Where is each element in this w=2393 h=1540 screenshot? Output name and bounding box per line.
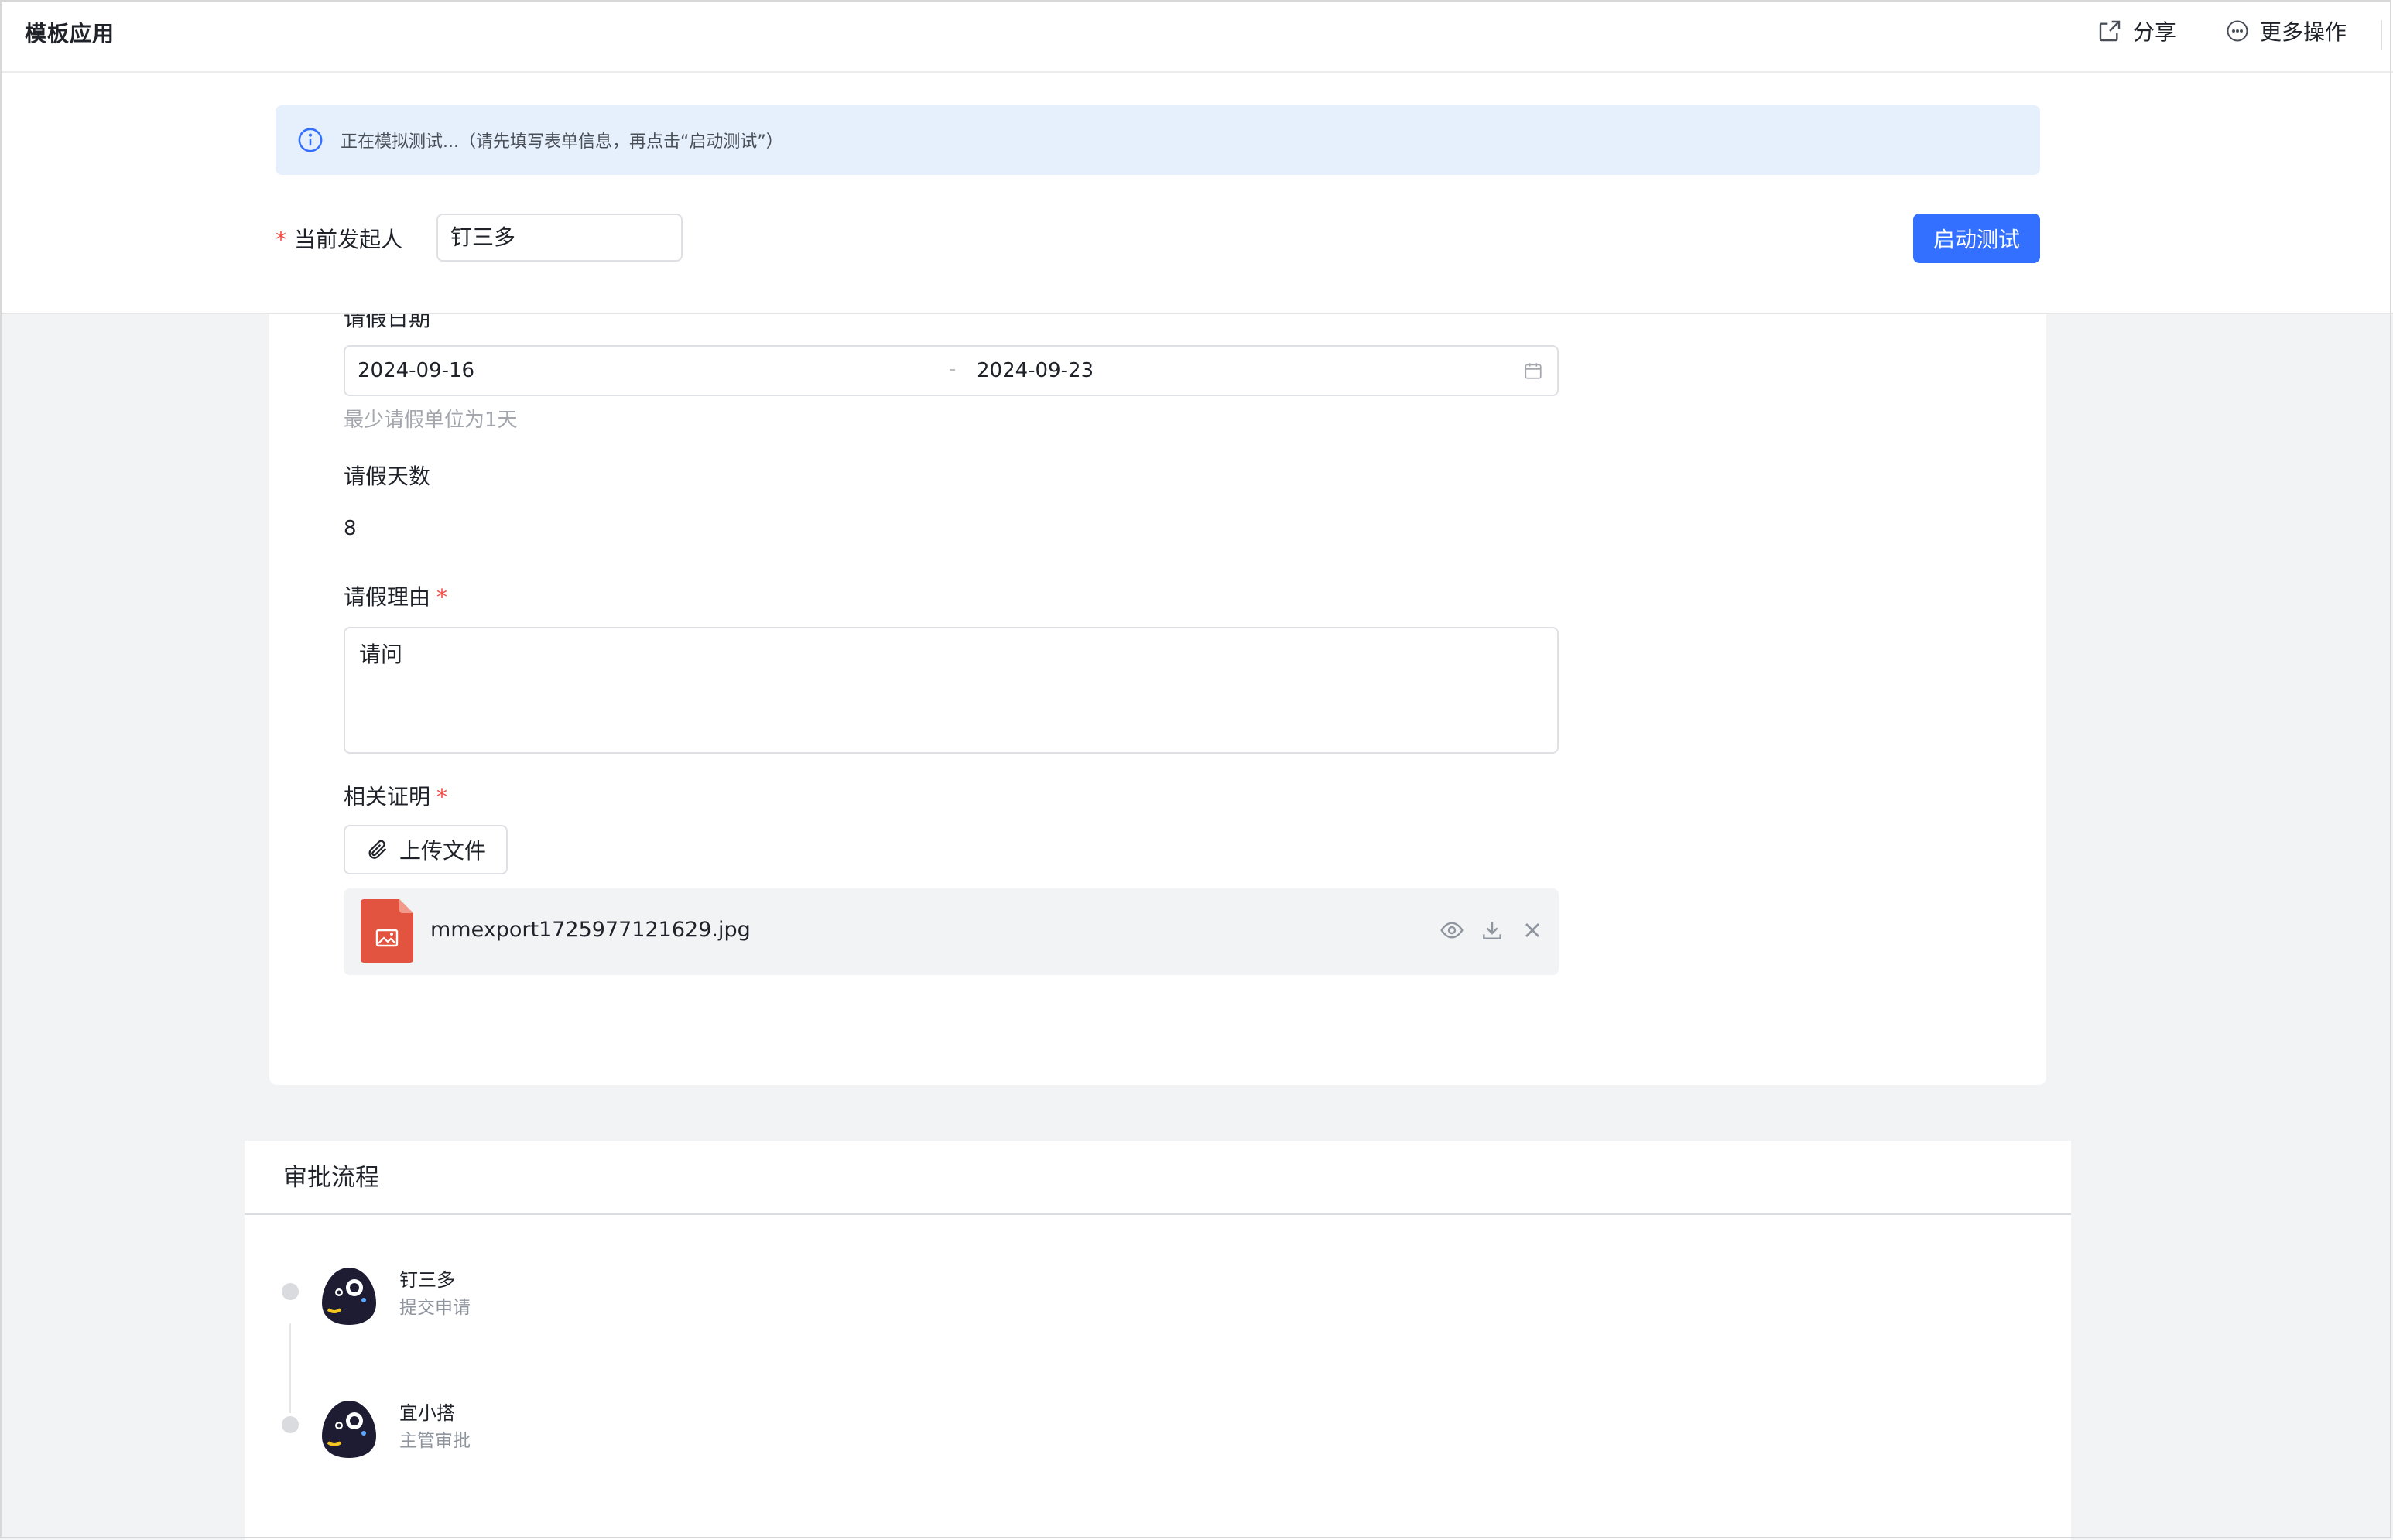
more-dots-icon: [2227, 20, 2248, 42]
initiator-label: * 当前发起人: [276, 227, 403, 252]
approver-name: 宜小搭: [399, 1402, 455, 1424]
uploaded-file-item: mmexport1725977121629.jpg: [344, 888, 1559, 975]
upload-file-button[interactable]: 上传文件: [344, 825, 508, 874]
date-separator: -: [949, 358, 957, 381]
approver-role: 主管审批: [399, 1431, 471, 1451]
header-divider: [2381, 20, 2382, 50]
date-start[interactable]: 2024-09-16: [358, 359, 474, 382]
date-hint: 最少请假单位为1天: [344, 409, 518, 432]
more-actions-label: 更多操作: [2260, 19, 2347, 45]
avatar: [322, 1401, 376, 1458]
file-name: mmexport1725977121629.jpg: [430, 918, 751, 942]
more-actions-button[interactable]: 更多操作: [2226, 15, 2347, 46]
start-test-button[interactable]: 启动测试: [1913, 214, 2040, 263]
image-file-icon: [361, 899, 413, 963]
approval-title: 审批流程: [245, 1141, 2071, 1215]
info-banner: 正在模拟测试...（请先填写表单信息，再点击“启动测试”）: [276, 105, 2040, 175]
required-mark: *: [276, 227, 286, 252]
share-label: 分享: [2133, 19, 2177, 45]
app-title: 模板应用: [25, 21, 115, 46]
required-mark: *: [436, 584, 448, 610]
share-button[interactable]: 分享: [2097, 15, 2176, 46]
approver-role: 提交申请: [399, 1298, 471, 1318]
proof-label: 相关证明 *: [344, 784, 448, 809]
timeline-dot: [282, 1283, 299, 1300]
calendar-icon[interactable]: [1523, 361, 1543, 381]
close-icon[interactable]: [1520, 918, 1545, 943]
approval-flow-section: 审批流程 钉三多 提交申请 宜小搭 主管审批: [245, 1141, 2071, 1540]
share-icon: [2099, 20, 2121, 42]
info-message: 正在模拟测试...（请先填写表单信息，再点击“启动测试”）: [341, 132, 783, 152]
avatar: [322, 1268, 376, 1325]
form-card: 请假日期 2024-09-16 - 2024-09-23 最少请假单位为1天 请…: [269, 306, 2046, 1085]
approver-name: 钉三多: [399, 1269, 455, 1291]
upload-label: 上传文件: [399, 838, 486, 864]
timeline-connector: [289, 1323, 291, 1413]
initiator-input[interactable]: 钉三多: [436, 214, 683, 262]
info-icon: [298, 128, 323, 152]
eye-icon[interactable]: [1440, 918, 1464, 943]
leave-days-label: 请假天数: [344, 464, 431, 489]
download-icon[interactable]: [1480, 918, 1505, 943]
app-header: 模板应用 分享 更多操作: [0, 0, 2393, 73]
leave-days-value: 8: [344, 517, 357, 540]
timeline-dot: [282, 1416, 299, 1433]
paperclip-icon: [368, 840, 387, 859]
test-panel: 正在模拟测试...（请先填写表单信息，再点击“启动测试”） * 当前发起人 钉三多…: [0, 73, 2393, 314]
required-mark: *: [436, 784, 448, 809]
date-end[interactable]: 2024-09-23: [977, 359, 1094, 382]
date-range-picker[interactable]: 2024-09-16 - 2024-09-23: [344, 345, 1559, 396]
reason-label: 请假理由 *: [344, 584, 448, 610]
reason-textarea[interactable]: 请问: [344, 627, 1559, 754]
